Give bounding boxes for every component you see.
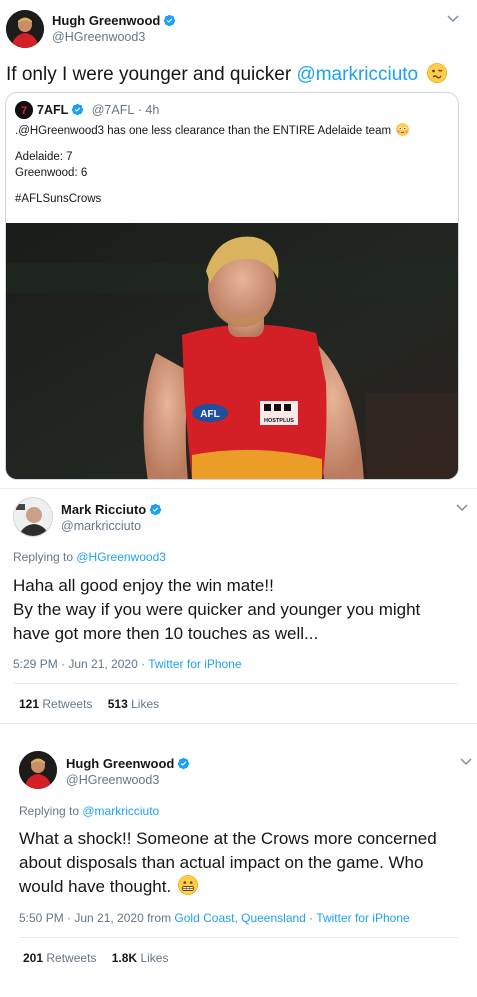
chevron-down-icon[interactable] — [456, 504, 468, 512]
tweet2-source[interactable]: Twitter for iPhone — [148, 657, 241, 671]
grimace-face-emoji — [177, 875, 198, 895]
replying-to-link[interactable]: @HGreenwood3 — [76, 550, 166, 564]
tweet1-author-handle[interactable]: @HGreenwood3 — [52, 30, 145, 44]
verified-badge-icon — [72, 103, 84, 116]
tweet3-location[interactable]: Gold Coast, Queensland — [174, 911, 305, 925]
tweet3-text: What a shock!! Someone at the Crows more… — [19, 827, 437, 899]
tweet2-retweets[interactable]: 121 Retweets — [19, 697, 92, 711]
7afl-avatar: 7 — [15, 101, 33, 119]
replying-prefix: Replying to — [19, 804, 83, 818]
quote-line-3: Greenwood: 6 — [15, 167, 88, 179]
quote-author-handle: @7AFL — [91, 103, 135, 117]
tweet1-author-name[interactable]: Hugh Greenwood — [52, 13, 160, 28]
quote-line-1: .@HGreenwood3 has one less clearance tha… — [15, 125, 392, 137]
verified-badge-icon — [164, 14, 176, 27]
tweet1-mention-link[interactable]: @markricciuto — [296, 64, 418, 85]
tweet3-replying-to: Replying to @markricciuto — [19, 804, 159, 818]
tweet1-text: If only I were younger and quicker @mark… — [6, 63, 448, 86]
quote-line-2: Adelaide: 7 — [15, 151, 73, 163]
tweet3-source[interactable]: Twitter for iPhone — [316, 911, 409, 925]
tweet3-likes[interactable]: 1.8K Likes — [112, 951, 169, 965]
flushed-face-emoji — [396, 123, 410, 136]
tweet3-line-3: would have thought. — [19, 877, 176, 896]
tweet3-time[interactable]: 5:50 PM · Jun 21, 2020 from — [19, 911, 174, 925]
hugh-greenwood-avatar[interactable] — [6, 10, 44, 48]
tweet2-author-name[interactable]: Mark Ricciuto — [61, 502, 146, 517]
tweet3-author-name[interactable]: Hugh Greenwood — [66, 756, 174, 771]
quote-photo[interactable]: AFL HOSTPLUS — [6, 223, 458, 479]
tweet2-stats: 121 Retweets 513 Likes — [19, 697, 159, 711]
tweet2-text: Haha all good enjoy the win mate!! By th… — [13, 574, 420, 646]
tweet2-line-1: Haha all good enjoy the win mate!! — [13, 576, 274, 595]
tweet2-line-3: have got more then 10 touches as well... — [13, 624, 319, 643]
quote-text: .@HGreenwood3 has one less clearance tha… — [15, 123, 410, 207]
tweet3-line-1: What a shock!! Someone at the Crows more… — [19, 829, 437, 848]
replying-prefix: Replying to — [13, 550, 77, 564]
woozy-face-emoji — [427, 63, 448, 83]
quote-hashtag[interactable]: #AFLSunsCrows — [15, 191, 409, 207]
tweet2-likes[interactable]: 513 Likes — [108, 697, 159, 711]
hugh-greenwood-avatar[interactable] — [19, 751, 57, 789]
tweet1-text-body: If only I were younger and quicker — [6, 64, 297, 85]
verified-badge-icon — [178, 757, 190, 770]
tweet3-retweets[interactable]: 201 Retweets — [23, 951, 96, 965]
quoted-tweet-card[interactable]: 7 7AFL @7AFL · 4h .@HGreenwood3 has one … — [5, 92, 459, 480]
replying-to-link[interactable]: @markricciuto — [82, 804, 159, 818]
quote-time: · 4h — [137, 103, 160, 117]
tweet2-line-2: By the way if you were quicker and young… — [13, 600, 421, 619]
chevron-down-icon[interactable] — [447, 15, 459, 23]
tweet3-stats: 201 Retweets 1.8K Likes — [23, 951, 168, 965]
quote-author-name: 7AFL — [37, 103, 69, 117]
tweet3-timestamp: 5:50 PM · Jun 21, 2020 from Gold Coast, … — [19, 911, 410, 925]
chevron-down-icon[interactable] — [460, 758, 472, 766]
tweet2-time[interactable]: 5:29 PM · Jun 21, 2020 · — [13, 657, 148, 671]
verified-badge-icon — [150, 503, 162, 516]
mark-ricciuto-avatar[interactable] — [13, 497, 53, 537]
tweet2-author-handle[interactable]: @markricciuto — [61, 519, 141, 533]
jersey-sponsor-text: HOSTPLUS — [264, 418, 294, 424]
tweet3-author-handle[interactable]: @HGreenwood3 — [66, 773, 159, 787]
jersey-logo-text: AFL — [200, 409, 219, 420]
tweet3-line-2: about disposals than actual impact on th… — [19, 853, 424, 872]
tweet2-replying-to: Replying to @HGreenwood3 — [13, 550, 166, 564]
svg-text:7: 7 — [21, 105, 27, 117]
tweet2-timestamp: 5:29 PM · Jun 21, 2020 · Twitter for iPh… — [13, 657, 242, 671]
